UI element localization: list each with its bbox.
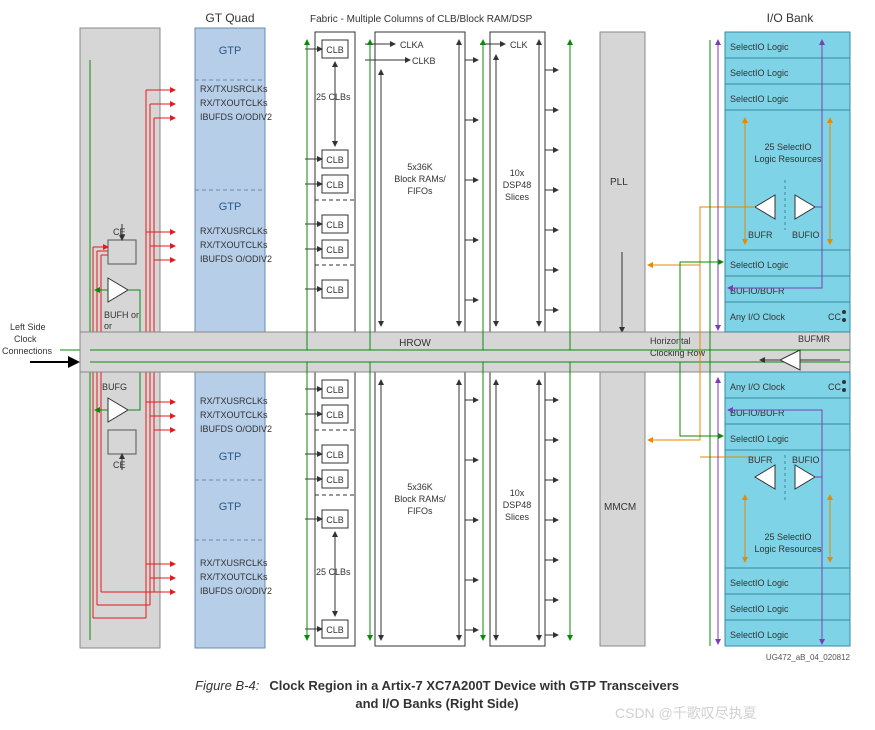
svg-text:Any I/O Clock: Any I/O Clock [730,382,786,392]
svg-text:GTP: GTP [219,501,242,513]
svg-text:RX/TXUSRCLKs: RX/TXUSRCLKs [200,84,268,94]
svg-text:RX/TXOUTCLKs: RX/TXOUTCLKs [200,410,268,420]
ce-label-bot: CE [113,460,126,470]
svg-text:Logic Resources: Logic Resources [754,154,822,164]
io-bank-column: I/O Bank SelectIO Logic SelectIO Logic S… [648,11,850,646]
io-bank-title: I/O Bank [767,11,815,25]
svg-text:CLB: CLB [326,515,344,525]
svg-text:DSP48: DSP48 [503,180,532,190]
svg-text:GTP: GTP [219,201,242,213]
svg-text:5x36K: 5x36K [407,482,433,492]
svg-text:RX/TXUSRCLKs: RX/TXUSRCLKs [200,558,268,568]
svg-text:BUFIO: BUFIO [792,230,820,240]
svg-text:Block RAMs/: Block RAMs/ [394,494,446,504]
svg-text:Clock: Clock [14,334,37,344]
svg-text:SelectIO Logic: SelectIO Logic [730,42,789,52]
svg-text:CC: CC [828,312,841,322]
svg-text:GTP: GTP [219,451,242,463]
mmcm-label: MMCM [604,502,636,513]
svg-text:BUFR: BUFR [748,455,773,465]
svg-text:Any I/O Clock: Any I/O Clock [730,312,786,322]
svg-text:CLB: CLB [326,410,344,420]
svg-text:CLKB: CLKB [412,56,436,66]
svg-text:RX/TXOUTCLKs: RX/TXOUTCLKs [200,240,268,250]
svg-text:GTP: GTP [219,45,242,57]
diagram-svg: Clock Backbone CE [0,0,875,730]
svg-text:SelectIO Logic: SelectIO Logic [730,630,789,640]
svg-text:CLB: CLB [326,155,344,165]
ce-label-top: CE [113,227,126,237]
hrow-label: HROW [399,338,431,349]
figure-caption: Figure B-4:Clock Region in a Artix-7 XC7… [195,678,679,711]
fabric-title: Fabric - Multiple Columns of CLB/Block R… [310,14,533,25]
svg-text:CC: CC [828,382,841,392]
svg-text:SelectIO Logic: SelectIO Logic [730,260,789,270]
svg-text:SelectIO Logic: SelectIO Logic [730,434,789,444]
svg-text:Block RAMs/: Block RAMs/ [394,174,446,184]
svg-text:CLB: CLB [326,45,344,55]
svg-text:RX/TXOUTCLKs: RX/TXOUTCLKs [200,572,268,582]
svg-text:25 CLBs: 25 CLBs [316,92,351,102]
svg-text:FIFOs: FIFOs [408,506,433,516]
fabric-column: Fabric - Multiple Columns of CLB/Block R… [305,14,558,646]
watermark: CSDN @千歌叹尽执夏 [615,705,757,721]
svg-text:FIFOs: FIFOs [408,186,433,196]
svg-text:BUFIO: BUFIO [792,455,820,465]
svg-text:IBUFDS O/ODIV2: IBUFDS O/ODIV2 [200,254,272,264]
svg-text:SelectIO Logic: SelectIO Logic [730,94,789,104]
svg-text:CLK: CLK [510,40,528,50]
svg-text:IBUFDS O/ODIV2: IBUFDS O/ODIV2 [200,112,272,122]
svg-text:Horizontal: Horizontal [650,336,691,346]
svg-text:25 SelectIO: 25 SelectIO [764,142,811,152]
svg-text:CLKA: CLKA [400,40,424,50]
doc-id: UG472_aB_04_020812 [766,653,851,662]
svg-text:SelectIO Logic: SelectIO Logic [730,578,789,588]
svg-text:CLB: CLB [326,180,344,190]
svg-text:CLB: CLB [326,475,344,485]
svg-text:10x: 10x [510,168,525,178]
svg-text:RX/TXUSRCLKs: RX/TXUSRCLKs [200,396,268,406]
svg-text:IBUFDS O/ODIV2: IBUFDS O/ODIV2 [200,586,272,596]
svg-text:Logic Resources: Logic Resources [754,544,822,554]
svg-text:or: or [104,321,112,331]
svg-text:Slices: Slices [505,192,530,202]
svg-text:BUFR: BUFR [748,230,773,240]
svg-text:SelectIO Logic: SelectIO Logic [730,604,789,614]
svg-text:CLB: CLB [326,450,344,460]
svg-text:Slices: Slices [505,512,530,522]
bufg-label: BUFG [102,382,127,392]
svg-text:DSP48: DSP48 [503,500,532,510]
gt-quad-title: GT Quad [205,11,254,25]
svg-text:SelectIO Logic: SelectIO Logic [730,68,789,78]
svg-text:CLB: CLB [326,285,344,295]
svg-text:CLB: CLB [326,385,344,395]
svg-text:25 CLBs: 25 CLBs [316,567,351,577]
pll-label: PLL [610,177,628,188]
svg-text:10x: 10x [510,488,525,498]
svg-text:Left Side: Left Side [10,322,46,332]
svg-text:Figure B-4:Clock Region in a A: Figure B-4:Clock Region in a Artix-7 XC7… [195,678,679,693]
svg-text:IBUFDS O/ODIV2: IBUFDS O/ODIV2 [200,424,272,434]
left-side-label: Left Side Clock Connections [2,322,78,362]
gt-quad-column: GT Quad GTP GTP GTP GTP RX/TXUSRCLKs RX/… [195,11,272,648]
svg-text:and I/O Banks (Right Side): and I/O Banks (Right Side) [355,696,518,711]
svg-text:CLB: CLB [326,625,344,635]
svg-text:CLB: CLB [326,220,344,230]
svg-text:25 SelectIO: 25 SelectIO [764,532,811,542]
bufh-label: BUFH or [104,310,139,320]
svg-text:5x36K: 5x36K [407,162,433,172]
svg-text:RX/TXUSRCLKs: RX/TXUSRCLKs [200,226,268,236]
svg-text:RX/TXOUTCLKs: RX/TXOUTCLKs [200,98,268,108]
svg-text:BUFMR: BUFMR [798,334,830,344]
svg-text:Connections: Connections [2,346,53,356]
svg-text:CLB: CLB [326,245,344,255]
